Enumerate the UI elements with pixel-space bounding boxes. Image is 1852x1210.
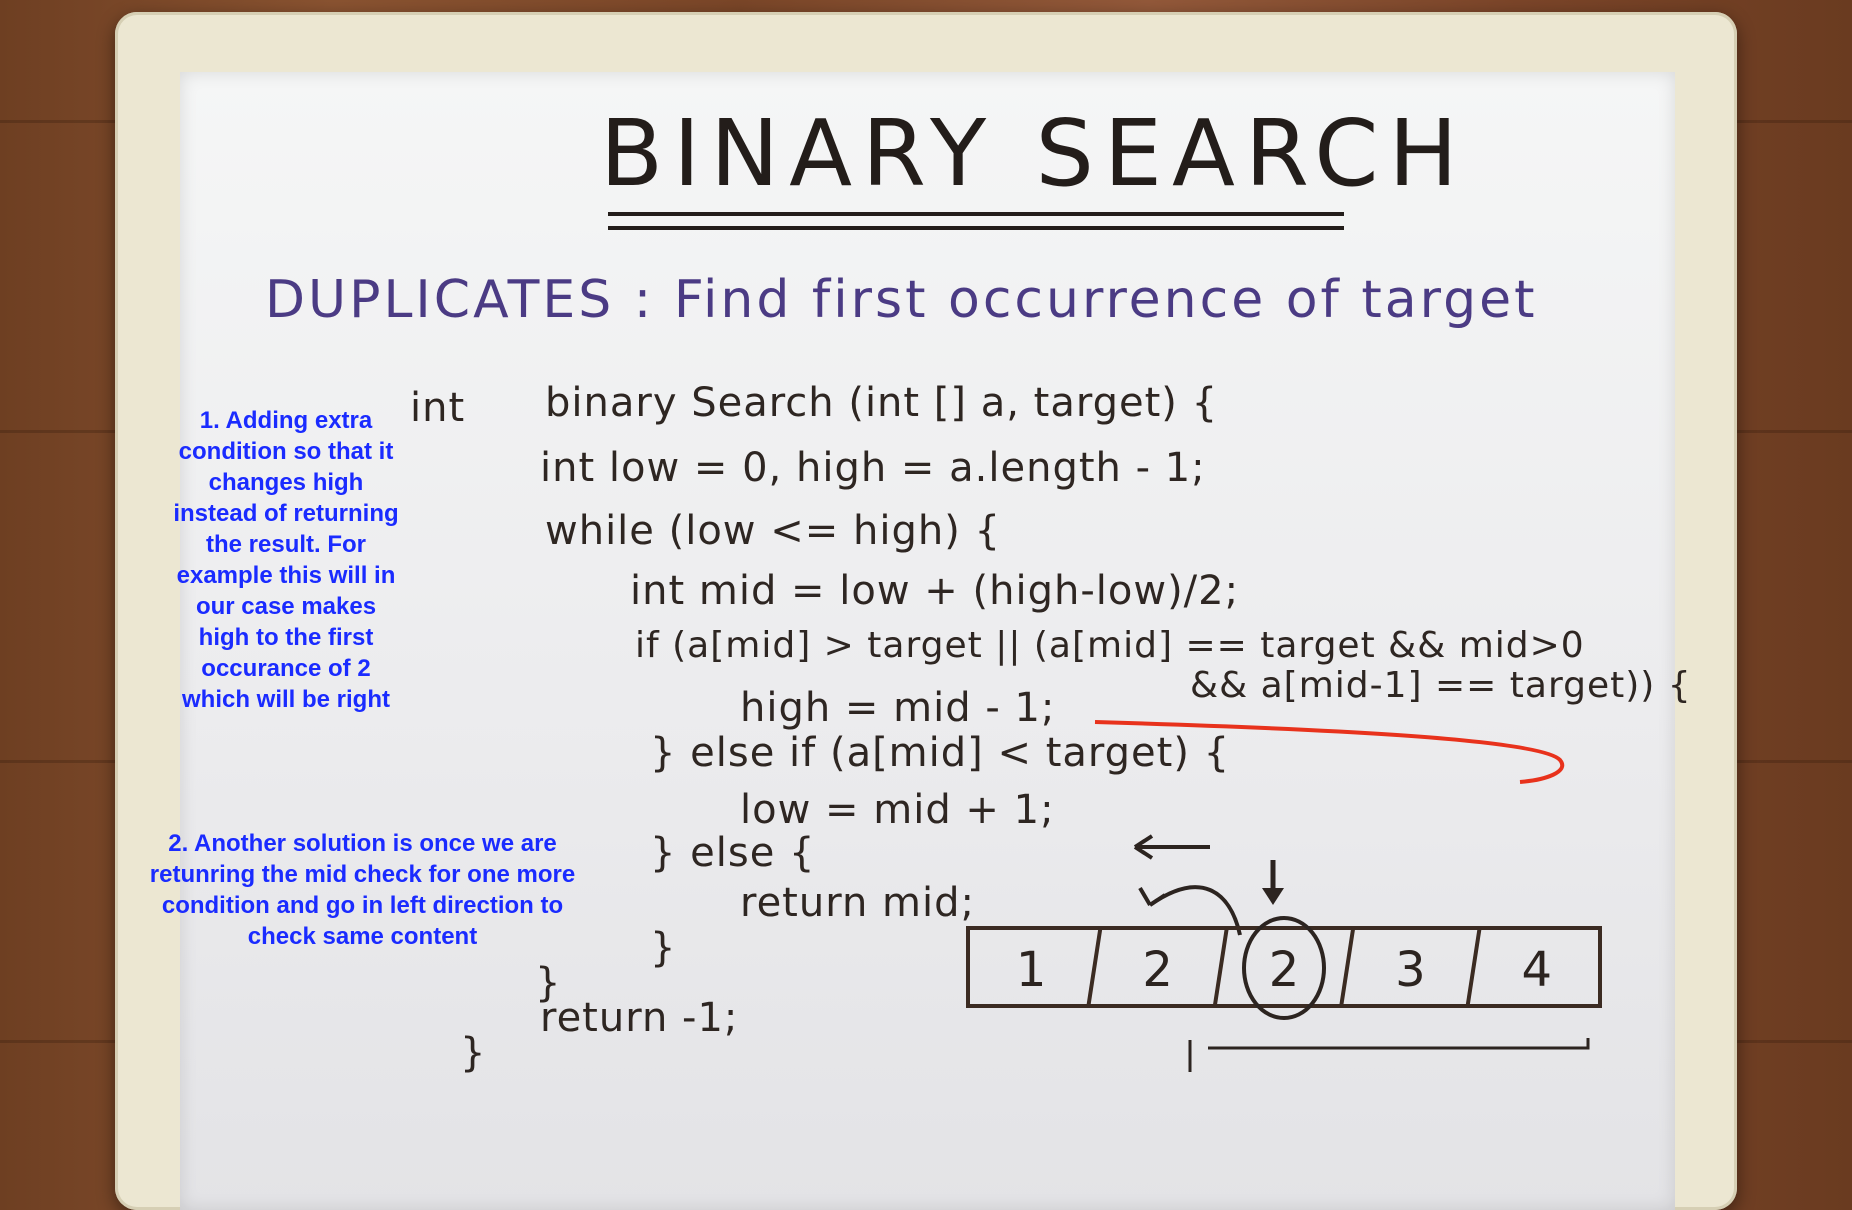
down-arrow-head — [1262, 888, 1284, 905]
array-cell-value: 4 — [1522, 942, 1553, 998]
array-cells: 1 2 2 3 4 — [1016, 916, 1553, 1020]
array-cell-value: 2 — [1269, 942, 1300, 998]
red-arrow-stroke — [1094, 720, 1565, 784]
array-cell-value: 1 — [1016, 942, 1047, 998]
annotation-note-2: 2. Another solution is once we are retun… — [149, 830, 576, 950]
curved-arrow-head — [1138, 886, 1167, 907]
array-cell-divider — [1086, 927, 1103, 1007]
array-cell-divider — [1339, 927, 1356, 1007]
array-cell-value: 2 — [1142, 942, 1173, 998]
range-bracket — [1188, 1038, 1590, 1072]
annotation-note-1: 1. Adding extra condition so that it cha… — [173, 407, 399, 713]
array-cell-divider — [1212, 927, 1229, 1007]
array-cell-divider — [1465, 927, 1482, 1007]
array-cell-value: 3 — [1395, 942, 1426, 998]
